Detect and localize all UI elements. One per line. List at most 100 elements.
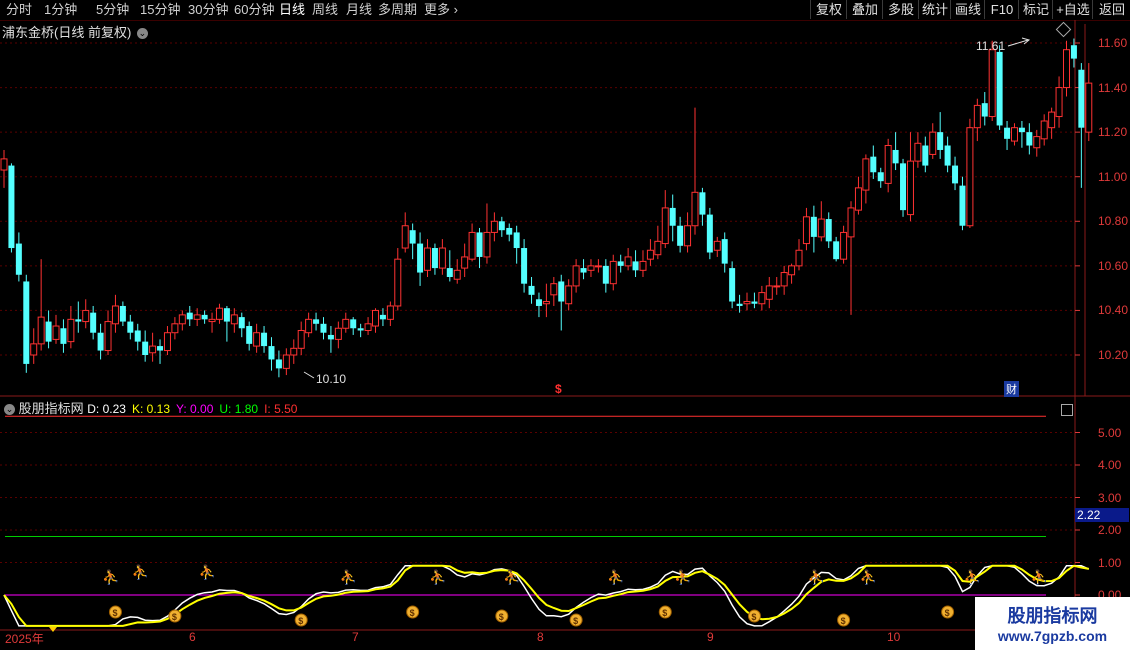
candle-body [1055, 87, 1063, 118]
candle-body [0, 158, 8, 171]
candle-body [350, 319, 357, 329]
candle-body [1018, 127, 1025, 133]
candle-body [111, 305, 119, 325]
candle-body [729, 268, 736, 302]
candle-body [1033, 136, 1041, 149]
candle-body [60, 328, 67, 344]
candle-body [609, 260, 617, 285]
candle-body [900, 163, 907, 211]
candle-body [914, 142, 922, 162]
candle-body [30, 343, 38, 356]
candle-body [506, 227, 513, 235]
candle-body [854, 187, 862, 211]
candle-body [334, 327, 342, 340]
runner-icon: ⛹ [607, 568, 624, 586]
candle-body [1004, 127, 1011, 139]
candle-body [67, 318, 75, 343]
indicator-legend-item: D: 0.23 [87, 402, 126, 416]
candle-body [1026, 132, 1033, 146]
candle-body [446, 268, 453, 277]
ind-tick-5: 5.00 [1098, 426, 1122, 440]
candle-body [825, 219, 832, 242]
candle-body [862, 158, 870, 191]
runner-icon: ⛹ [1031, 568, 1048, 586]
candle-body [1010, 127, 1018, 142]
candle-body [157, 346, 164, 351]
candle-body [290, 347, 298, 356]
candle-body [996, 51, 1003, 126]
candle-body [684, 225, 692, 247]
candle-body [37, 316, 45, 345]
chevron-down-icon[interactable]: ⌄ [4, 404, 15, 416]
candle-body [542, 301, 550, 305]
money-bag-icon-glyph: $ [573, 616, 578, 626]
candle-body [528, 285, 535, 295]
price-tick-1120: 11.20 [1098, 125, 1128, 139]
candle-body [639, 260, 647, 271]
price-tick-1100: 11.00 [1098, 170, 1128, 184]
candle-body [937, 132, 944, 150]
watermark-title: 股朋指标网 [1007, 606, 1098, 626]
candle-body [386, 305, 394, 320]
x-tick-year: 2025年 [5, 632, 44, 646]
candle-body [372, 309, 379, 327]
candle-body [580, 268, 587, 273]
candle-body [127, 321, 134, 333]
candle-body [1078, 69, 1085, 128]
finance-marker[interactable]: 财 [1004, 381, 1019, 397]
candle-body [134, 330, 141, 342]
indicator-legend-item: U: 1.80 [219, 402, 259, 416]
money-bag-icon-glyph: $ [112, 608, 117, 618]
candle-body [313, 319, 320, 324]
candle-body [438, 247, 446, 269]
candle-body [550, 283, 558, 296]
candle-body [699, 192, 706, 215]
candle-body [558, 281, 565, 302]
candle-body [847, 207, 855, 238]
price-tick-1020: 10.20 [1098, 348, 1129, 362]
indicator-legend-item: I: 5.50 [264, 402, 298, 416]
money-bag-icon-glyph: $ [499, 612, 504, 622]
money-bag-icon-glyph: $ [751, 612, 756, 622]
dividend-marker[interactable]: $ [555, 382, 562, 396]
candle-body [490, 220, 498, 233]
candle-body [379, 314, 386, 320]
x-tick-8: 8 [537, 630, 544, 644]
candle-body [840, 231, 848, 260]
candle-body [357, 328, 364, 331]
candle-body [810, 216, 817, 237]
x-tick-7: 7 [352, 630, 359, 644]
candle-body [327, 334, 334, 340]
candlestick-chart[interactable]: ⛹ ⛹ ⛹ ⛹ ⛹ ⛹ ⛹ ⛹ ⛹ ⛹ ⛹ ⛹ $ $ $ $ $ $ $ $ $ $ [0, 0, 1130, 650]
x-tick-6: 6 [189, 630, 196, 644]
price-tick-1080: 10.80 [1098, 214, 1129, 228]
candle-body [713, 240, 721, 251]
candle-body [1048, 111, 1056, 129]
candle-body [1062, 49, 1070, 89]
runner-icon: ⛹ [674, 568, 691, 586]
candle-body [721, 239, 728, 264]
candle-body [45, 321, 52, 342]
candle-body [758, 292, 766, 305]
candle-body [364, 323, 372, 331]
candle-body [743, 301, 751, 305]
candle-body [417, 243, 424, 273]
x-tick-10: 10 [887, 630, 901, 644]
runner-icon: ⛹ [860, 568, 877, 586]
candle-body [342, 318, 350, 329]
candle-body [1070, 45, 1077, 59]
indicator-legend-item: Y: 0.00 [176, 402, 214, 416]
candle-body [230, 314, 238, 325]
price-tick-1060: 10.60 [1098, 259, 1129, 273]
candle-body [966, 127, 974, 227]
candle-body [409, 230, 416, 244]
candle-body [253, 332, 261, 347]
money-bag-icon-glyph: $ [298, 616, 303, 626]
candle-body [238, 317, 245, 329]
candle-body [468, 231, 476, 260]
candle-body [773, 285, 781, 288]
candle-body [646, 249, 654, 260]
watermark-box: 股朋指标网 www.7gpzb.com [975, 597, 1130, 650]
candle-body [602, 265, 609, 284]
indicator-name: 股朋指标网 [18, 401, 84, 416]
